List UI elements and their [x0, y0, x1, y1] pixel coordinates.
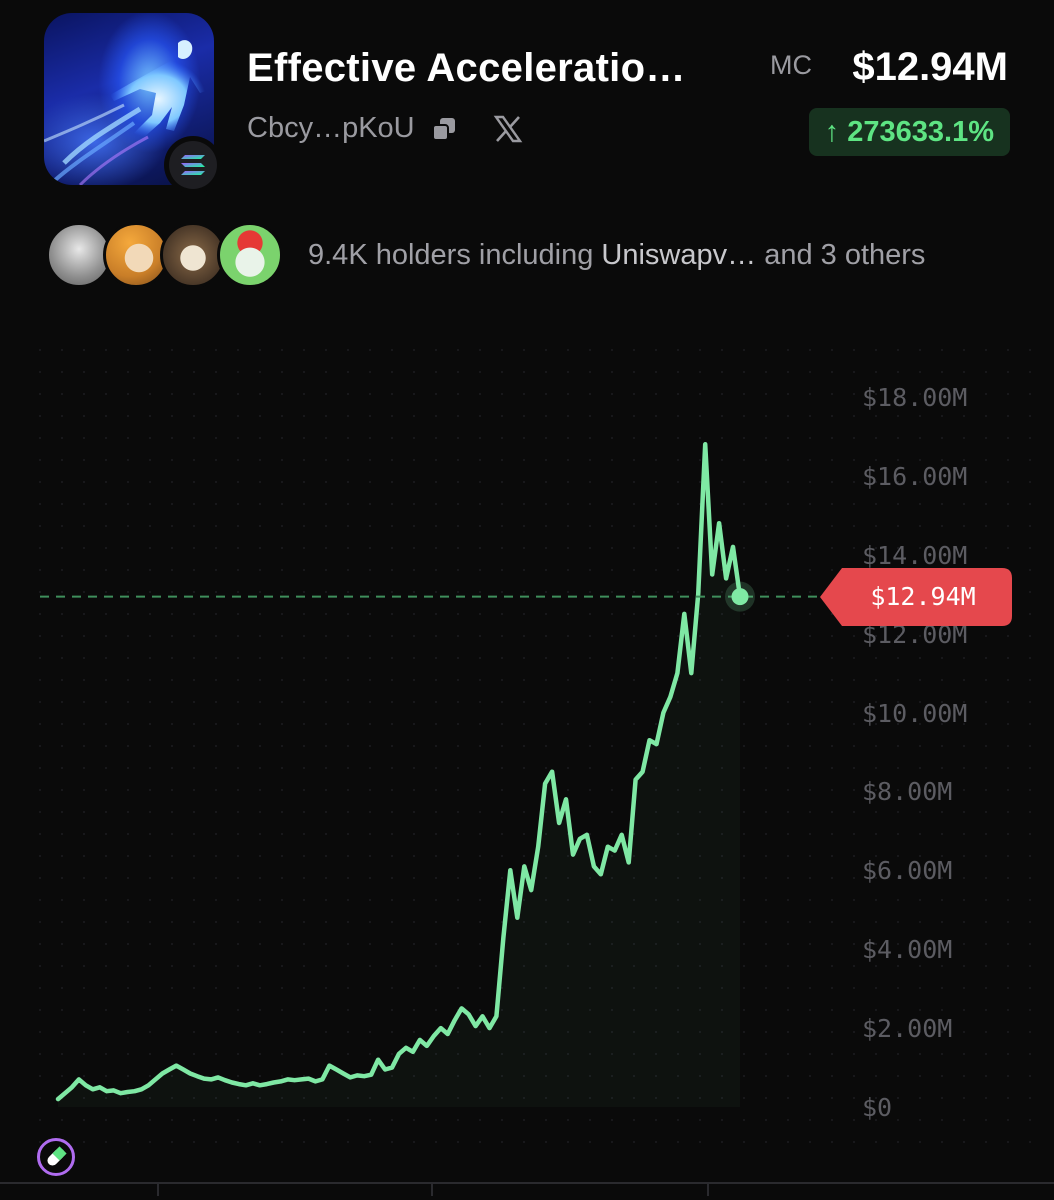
- y-tick-label: $0: [862, 1093, 893, 1122]
- y-tick-label: $8.00M: [862, 777, 953, 807]
- holders-row[interactable]: 9.4K holders including Uniswapv… and 3 o…: [46, 222, 925, 288]
- holders-count: 9.4K holders including: [308, 238, 594, 271]
- holder-highlight[interactable]: Uniswapv…: [601, 239, 756, 271]
- avatar-christmas-frog: [217, 222, 283, 288]
- y-tick-label: $2.00M: [862, 1014, 953, 1044]
- arrow-up-icon: ↑: [824, 115, 840, 148]
- price-chart[interactable]: $18.00M $16.00M $14.00M $12.00M $10.00M $8.00…: [0, 330, 1054, 1200]
- y-tick-label: $16.00M: [862, 461, 968, 491]
- token-address: Cbcy…pKoU: [247, 112, 415, 144]
- chain-badge: [164, 136, 222, 194]
- x-social-icon[interactable]: [493, 115, 523, 143]
- chart-canvas[interactable]: [0, 330, 1054, 1200]
- holders-suffix: and 3 others: [764, 238, 926, 271]
- y-tick-label: $10.00M: [862, 698, 968, 728]
- price-change-badge: ↑ 273633.1%: [808, 108, 1010, 156]
- solana-icon: [181, 155, 205, 175]
- token-address-row: Cbcy…pKoU: [247, 112, 523, 145]
- y-tick-label: $14.00M: [862, 540, 968, 570]
- y-tick-label: $4.00M: [862, 935, 953, 965]
- token-name: Effective Acceleratio…: [247, 46, 686, 90]
- market-cap-label: MC: [770, 50, 812, 80]
- current-price-tag: $12.94M: [820, 567, 1012, 626]
- y-tick-label: $6.00M: [862, 856, 953, 886]
- holders-summary: 9.4K holders including Uniswapv… and 3 o…: [308, 239, 925, 272]
- y-tick-label: $18.00M: [862, 383, 968, 412]
- copy-icon[interactable]: [431, 116, 457, 142]
- pill-button[interactable]: [37, 1138, 75, 1176]
- price-change-value: 273633.1%: [847, 115, 994, 148]
- pill-icon: [47, 1146, 67, 1166]
- current-point: [731, 588, 749, 606]
- current-price-label: $12.94M: [870, 581, 976, 611]
- market-cap-value: $12.94M: [852, 45, 1008, 89]
